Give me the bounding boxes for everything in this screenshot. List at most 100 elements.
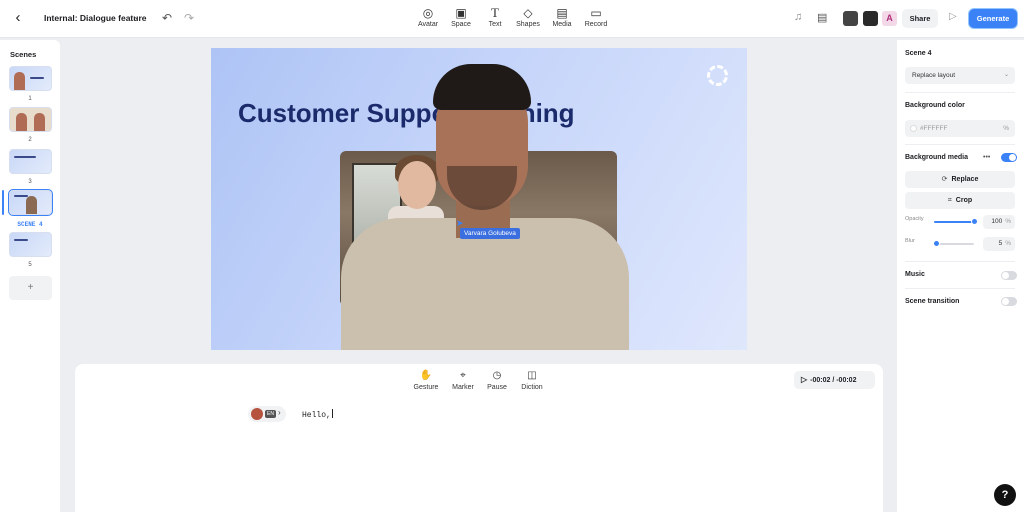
tool-record[interactable]: ▭ Record: [576, 6, 616, 28]
scene-transition-toggle[interactable]: [1001, 297, 1017, 306]
timer-text: -00:02 / -00:02: [810, 377, 857, 384]
scene-thumb-text: [14, 239, 28, 241]
script-panel: ✋ Gesture ⌖ Marker ◷ Pause ◫ Diction ▷ -0…: [75, 364, 883, 512]
divider: [905, 144, 1015, 145]
share-button[interactable]: Share: [902, 9, 938, 28]
crop-button[interactable]: ⌗ Crop: [905, 192, 1015, 209]
opacity-unit: %: [1005, 218, 1011, 225]
tool-label: Record: [584, 21, 608, 28]
scene-number: 3: [28, 179, 32, 185]
headphones-icon[interactable]: ♫: [794, 11, 802, 23]
divider: [905, 288, 1015, 289]
properties-panel: Scene 4 Replace layout ⌄ Background colo…: [897, 40, 1024, 512]
document-title[interactable]: Internal: Dialogue feature: [44, 13, 147, 23]
speaker-avatar: [251, 408, 263, 420]
replace-icon: ⟳: [941, 176, 948, 183]
background-color-label: Background color: [905, 102, 965, 109]
chevron-down-icon[interactable]: ⌄: [133, 12, 140, 21]
scene-thumb-text: [30, 77, 44, 79]
scene-thumbnail-4[interactable]: [8, 189, 53, 216]
background-media-toggle[interactable]: [1001, 153, 1017, 162]
back-arrow-icon[interactable]: ‹: [10, 10, 26, 26]
scene-number: 5: [28, 262, 32, 268]
scene-thumb-text: [14, 195, 28, 197]
blur-label: Blur: [905, 238, 915, 244]
scene-canvas[interactable]: Customer Support Training ➤ Varvara Golu…: [211, 48, 747, 350]
scene-thumb-text: [14, 156, 36, 158]
crop-label: Crop: [955, 197, 973, 204]
record-icon: ▭: [590, 6, 602, 20]
blur-slider-handle[interactable]: [933, 240, 940, 247]
avatar-hair: [433, 64, 531, 110]
gesture-icon: ✋: [419, 370, 433, 381]
opacity-slider-handle[interactable]: [971, 218, 978, 225]
undo-icon[interactable]: ↶: [162, 11, 172, 25]
music-label: Music: [905, 271, 925, 278]
scene-thumbnail-5[interactable]: [9, 232, 52, 257]
color-unit: %: [1003, 125, 1009, 132]
chevron-down-icon: ⌄: [1003, 72, 1009, 78]
scene-label: Scene 4: [905, 50, 932, 57]
playback-timer-button[interactable]: ▷ -00:02 / -00:02: [794, 371, 875, 389]
opacity-value: 100: [991, 218, 1003, 225]
scene-thumb-avatar: [34, 113, 45, 131]
collaborator-cursor-label: Varvara Golubeva: [460, 228, 520, 239]
scene-thumb-avatar: [16, 113, 27, 131]
tool-gesture[interactable]: ✋ Gesture: [406, 370, 446, 391]
opacity-input[interactable]: 100%: [983, 215, 1015, 229]
script-text-input[interactable]: Hello,: [302, 409, 333, 420]
scene-thumbnail-2[interactable]: [9, 107, 52, 132]
collaborator-avatar[interactable]: A: [882, 11, 897, 26]
scenes-panel: Scenes 1 2 3 SCENE 4 5 +: [0, 40, 60, 512]
blur-unit: %: [1005, 240, 1011, 247]
replace-button[interactable]: ⟳ Replace: [905, 171, 1015, 188]
preview-play-icon[interactable]: ▷: [949, 11, 957, 22]
scene-thumb-avatar: [14, 72, 25, 90]
layout-select[interactable]: Replace layout ⌄: [905, 67, 1015, 84]
scenes-title: Scenes: [10, 50, 37, 59]
selected-scene-indicator: [2, 190, 4, 215]
scene-transition-label: Scene transition: [905, 298, 960, 305]
scene-thumbnail-3[interactable]: [9, 149, 52, 174]
scene-thumbnail-1[interactable]: [9, 66, 52, 91]
music-toggle[interactable]: [1001, 271, 1017, 280]
pause-icon: ◷: [492, 370, 502, 381]
blur-input[interactable]: 5%: [983, 237, 1015, 251]
crop-icon: ⌗: [947, 197, 952, 204]
tool-diction[interactable]: ◫ Diction: [512, 370, 552, 391]
tool-label: Pause: [487, 384, 507, 391]
comments-icon[interactable]: ▤: [817, 11, 827, 24]
diction-icon: ◫: [527, 370, 537, 381]
collaborator-avatar[interactable]: [843, 11, 858, 26]
tool-label: Gesture: [413, 384, 439, 391]
opacity-slider[interactable]: [934, 218, 978, 225]
top-bar: ‹ Internal: Dialogue feature ⌄ ↶ ↷ ◎ Ava…: [0, 0, 1024, 38]
play-icon: ▷: [801, 375, 808, 384]
divider: [905, 261, 1015, 262]
divider: [905, 92, 1015, 93]
speaker-selector[interactable]: EN ›: [248, 406, 286, 422]
blur-value: 5: [998, 240, 1003, 247]
background-person-head: [398, 161, 436, 209]
background-color-input[interactable]: #FFFFFF %: [905, 120, 1015, 137]
help-button[interactable]: ?: [994, 484, 1016, 506]
generate-button[interactable]: Generate: [969, 9, 1017, 28]
replace-label: Replace: [951, 176, 979, 183]
logo-icon[interactable]: [707, 65, 728, 86]
color-swatch[interactable]: [910, 125, 917, 132]
collaborator-avatar[interactable]: [863, 11, 878, 26]
add-scene-button[interactable]: +: [9, 276, 52, 300]
more-options-icon[interactable]: •••: [983, 154, 990, 161]
language-badge: EN: [265, 410, 276, 418]
tool-label: Diction: [521, 384, 543, 391]
tool-pause[interactable]: ◷ Pause: [477, 370, 517, 391]
layout-select-value: Replace layout: [912, 72, 955, 79]
background-media-label: Background media: [905, 154, 969, 161]
color-value: #FFFFFF: [920, 125, 948, 132]
blur-slider[interactable]: [933, 240, 974, 247]
redo-icon[interactable]: ↷: [184, 11, 194, 25]
scene-number: 2: [28, 137, 32, 143]
opacity-slider-fill: [934, 221, 974, 223]
scene-number: SCENE 4: [17, 221, 43, 228]
scene-thumb-avatar: [26, 196, 37, 214]
